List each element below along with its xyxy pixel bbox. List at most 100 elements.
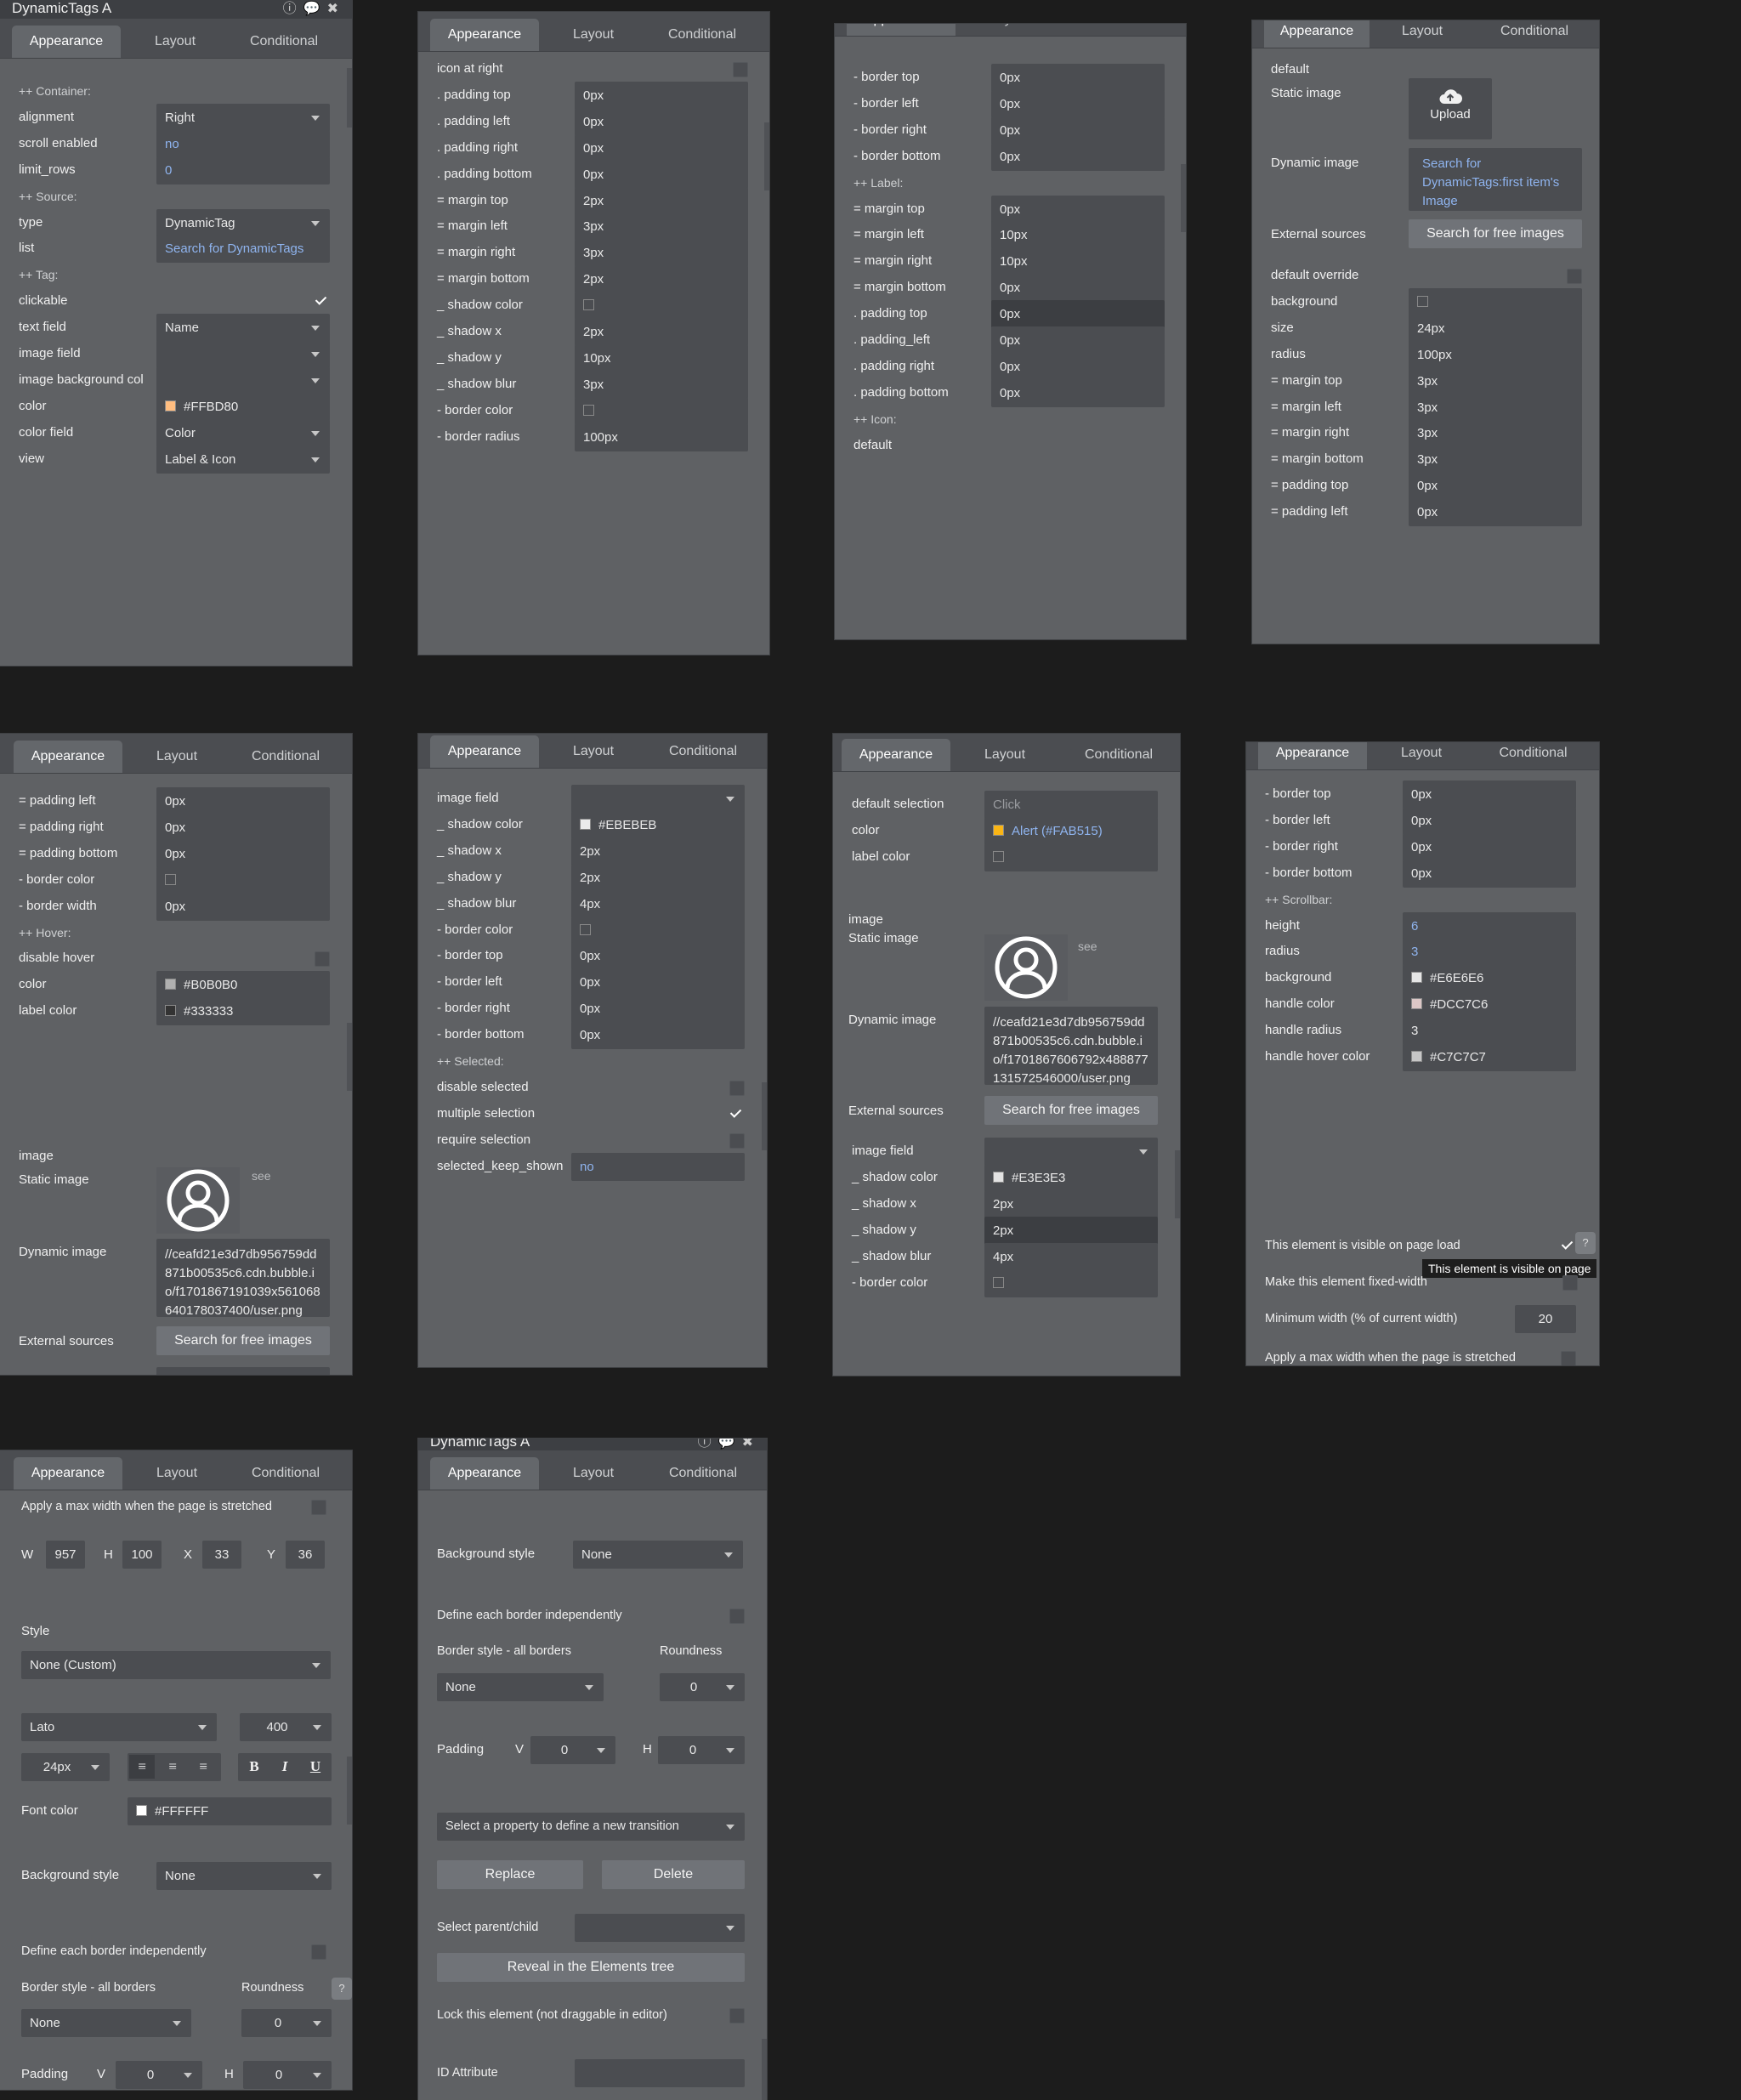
close-icon[interactable]: ✖ [742,1439,760,1450]
fixed-width-checkbox[interactable] [1562,1275,1578,1291]
define-border-checkbox[interactable] [729,1609,745,1624]
selected-keep-shown-label: selected_keep_shown [437,1158,564,1173]
help-icon[interactable]: ? [1575,1232,1596,1254]
padding-h-dropdown[interactable]: 0 [243,2061,332,2089]
panel-icon-image: Appearance Layout Conditional default St… [1252,20,1599,644]
scrollbar[interactable] [347,68,352,128]
align-center-icon[interactable]: ≡ [160,1755,185,1779]
handle-hover-color-label: handle hover color [1265,1049,1370,1064]
x-input[interactable]: 33 [202,1541,241,1569]
max-width-checkbox[interactable] [311,1500,326,1515]
h-label: H [224,2067,234,2081]
border-color-label: - border color [852,1274,928,1290]
align-right-icon[interactable]: ≡ [190,1755,216,1779]
border-color-color-input[interactable] [984,1269,1158,1297]
border-style-label: Border style - all borders [21,1981,156,1995]
id-attribute-input[interactable] [575,2059,745,2087]
scrollbar[interactable] [762,1082,767,1150]
max-width-checkbox[interactable] [1561,1351,1576,1365]
style-dropdown[interactable]: None (Custom) [21,1651,331,1679]
font-size-dropdown[interactable]: 24px [21,1753,110,1781]
require-selection-checkbox[interactable] [729,1132,745,1149]
style-label-row: Style [0,1616,352,1647]
id-attribute-row: ID Attribute [418,2057,767,2088]
text-format-group: B I U [238,1753,332,1781]
visible-on-load-checkbox[interactable] [1561,1239,1574,1252]
label-color-color-input[interactable]: #333333 [156,997,330,1026]
padding-label: Padding [21,2067,69,2081]
tab-appearance[interactable]: Appearance [14,1457,122,1490]
tab-conditional[interactable]: Conditional [648,1457,758,1490]
parent-child-dropdown[interactable] [575,1914,745,1942]
scrollbar[interactable] [347,1757,352,1825]
search-free-images-button[interactable]: Search for free images [156,1326,330,1355]
font-weight-dropdown[interactable]: 400 [240,1713,332,1741]
panel-default-selection: Appearance Layout Conditional default se… [833,734,1180,1376]
y-input[interactable]: 36 [286,1541,325,1569]
scrollbar[interactable] [764,122,769,190]
handle-hover-color-color-input[interactable]: #C7C7C7 [1403,1043,1576,1071]
font-color-input[interactable]: #FFFFFF [128,1797,332,1825]
roundness-label: Roundness [660,1644,723,1658]
background-value: #E6E6E6 [1430,971,1484,986]
width-input[interactable]: 957 [46,1541,85,1569]
background-style-dropdown[interactable]: None [156,1862,332,1890]
padding-h-dropdown[interactable]: 0 [658,1736,745,1764]
help-icon[interactable]: ? [332,1978,352,2000]
scrollbar[interactable] [1181,164,1186,232]
align-left-icon[interactable]: ≡ [129,1755,155,1779]
reveal-elements-tree-button[interactable]: Reveal in the Elements tree [437,1953,745,1982]
multiple-selection-checkbox[interactable] [729,1107,743,1121]
text-align-group: ≡ ≡ ≡ [128,1753,221,1781]
panel-layout-style: Appearance Layout Conditional Apply a ma… [0,1450,352,2090]
visible-on-load-row: This element is visible on page load [1246,1230,1599,1261]
icon-at-right-checkbox[interactable] [733,62,748,77]
scrollbar[interactable] [1175,1150,1180,1218]
dynamic-image-label: Dynamic image [19,1245,107,1259]
default-override-checkbox[interactable] [1567,269,1582,284]
tab-layout[interactable]: Layout [539,1457,648,1490]
padding-v-dropdown[interactable]: 0 [116,2061,202,2089]
max-width-label: Apply a max width when the page is stret… [1265,1351,1516,1365]
info-icon[interactable]: ⓘ [698,1439,718,1450]
tab-layout[interactable]: Layout [122,1457,231,1490]
border-style-dropdown[interactable]: None [437,1673,604,1701]
border-radius-input[interactable]: 100px [575,423,748,451]
transition-dropdown[interactable]: Select a property to define a new transi… [437,1813,745,1841]
scrollbar[interactable] [762,2039,767,2100]
static-image-preview[interactable] [156,1167,240,1234]
bold-button[interactable]: B [241,1755,267,1779]
tab-conditional[interactable]: Conditional [231,1457,340,1490]
lock-element-checkbox[interactable] [729,2008,745,2023]
replace-button[interactable]: Replace [437,1860,583,1889]
border-style-dropdown[interactable]: None [21,2009,191,2037]
roundness-label: Roundness [241,1981,304,1995]
view-dropdown[interactable]: Label & Icon [156,445,330,474]
roundness-dropdown[interactable]: 0 [660,1673,745,1701]
min-width-input[interactable]: 20 [1515,1305,1576,1333]
color-swatch [165,400,176,411]
visible-on-load-label: This element is visible on page load [1265,1239,1460,1252]
italic-button[interactable]: I [272,1755,298,1779]
see-link[interactable]: see [252,1169,271,1183]
padding-v-dropdown[interactable]: 0 [530,1736,615,1764]
tab-appearance[interactable]: Appearance [430,1457,539,1490]
selected-keep-shown-input[interactable]: no [571,1152,745,1181]
dynamic-image-input[interactable]: //ceafd21e3d7db956759dd871b00535c6.cdn.b… [156,1239,330,1318]
comment-icon[interactable]: 💬 [718,1439,742,1450]
font-family-dropdown[interactable]: Lato [21,1713,217,1741]
underline-button[interactable]: U [303,1755,328,1779]
padding-left-input[interactable]: 0px [1409,498,1582,527]
disable-selected-checkbox[interactable] [729,1080,745,1096]
roundness-dropdown[interactable]: 0 [241,2009,332,2037]
clickable-checkbox[interactable] [315,294,328,308]
height-input[interactable]: 100 [122,1541,162,1569]
delete-button[interactable]: Delete [602,1860,745,1889]
scrollbar[interactable] [347,1023,352,1091]
background-style-dropdown[interactable]: None [573,1541,743,1569]
background-style-row: Background style None [418,1539,767,1569]
next-field[interactable] [156,1367,330,1375]
define-border-checkbox[interactable] [311,1944,326,1960]
disable-hover-checkbox[interactable] [315,951,330,968]
v-label: V [515,1742,525,1757]
